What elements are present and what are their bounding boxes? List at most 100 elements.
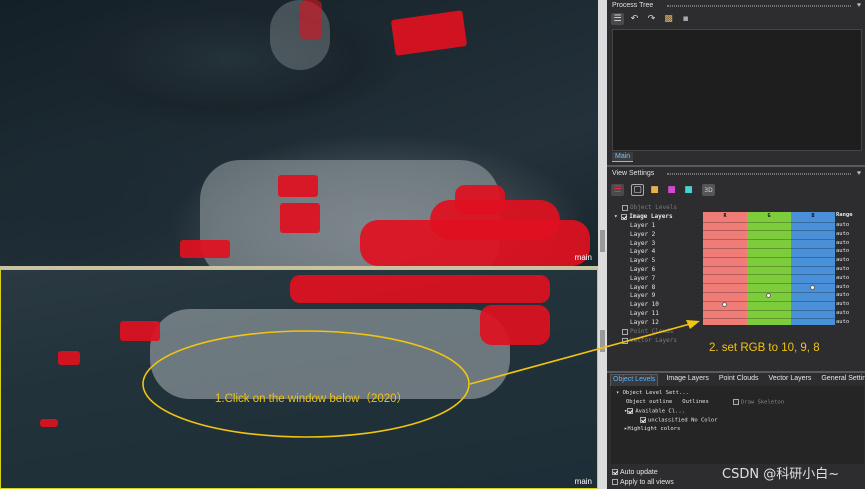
top-image-view[interactable]: main <box>0 0 598 266</box>
tab-main[interactable]: Main <box>612 152 634 162</box>
layer-row[interactable]: Layer 7 <box>630 274 655 283</box>
tab-vector-layers[interactable]: Vector Layers <box>767 374 814 386</box>
tab-image-layers[interactable]: Image Layers <box>664 374 710 386</box>
splitter-handle[interactable] <box>600 330 605 352</box>
checkbox[interactable] <box>622 204 628 211</box>
pin-icon[interactable]: ♥ <box>857 168 861 180</box>
range-value[interactable]: auto <box>836 310 849 316</box>
tab-object-levels[interactable]: Object Levels <box>610 374 659 386</box>
ol-label: Draw Skeleton <box>741 399 785 406</box>
range-value[interactable]: auto <box>836 275 849 281</box>
column-header-range: Range <box>836 212 853 218</box>
tree-vector-layers[interactable]: Vector Layers <box>622 336 677 345</box>
layer-row[interactable]: Layer 3 <box>630 239 655 248</box>
redo-icon[interactable]: ↷ <box>645 13 658 25</box>
ol-row-outline[interactable]: Object outline Outlines <box>626 399 709 405</box>
undo-icon[interactable]: ↶ <box>628 13 641 25</box>
range-value[interactable]: auto <box>836 284 849 290</box>
channel-selection-dot-b[interactable] <box>810 284 815 290</box>
process-tree-area[interactable] <box>612 29 862 151</box>
range-value[interactable]: auto <box>836 222 849 228</box>
color-layer-icon[interactable]: ■ <box>648 184 661 196</box>
layer-row[interactable]: Layer 9 <box>630 291 655 300</box>
layer-row[interactable]: Layer 6 <box>630 265 655 274</box>
red-patch <box>120 321 160 341</box>
range-value[interactable]: auto <box>836 292 849 298</box>
tab-general-settings[interactable]: General Settings <box>819 374 865 386</box>
pin-icon[interactable]: ♥ <box>857 0 861 12</box>
ol-label: Available Cl... <box>635 408 685 415</box>
checkbox[interactable] <box>622 337 628 344</box>
grid-row-line <box>703 247 835 249</box>
red-patch <box>180 240 230 258</box>
range-value[interactable]: auto <box>836 240 849 246</box>
option-label: Auto update <box>620 469 658 476</box>
load-rules-icon[interactable]: ▩ <box>662 13 675 25</box>
red-patch <box>480 305 550 345</box>
tree-label: Object Levels <box>630 204 677 211</box>
layer-row[interactable]: Layer 10 <box>630 300 659 309</box>
tree-object-levels[interactable]: Object Levels <box>622 203 677 212</box>
single-layer-icon[interactable]: ▢ <box>631 184 644 196</box>
tree-image-layers[interactable]: ▾ Image Layers <box>614 212 673 221</box>
layer-row[interactable]: Layer 12 <box>630 318 659 327</box>
grid-row-line <box>703 318 835 320</box>
tree-label: Image Layers <box>629 213 673 220</box>
panel-title-text: Process Tree <box>612 2 654 9</box>
layer-row[interactable]: Layer 1 <box>630 221 655 230</box>
layer-row[interactable]: Layer 4 <box>630 247 655 256</box>
ol-label: Object outline <box>626 399 673 405</box>
collapse-icon[interactable]: ▾ <box>616 390 623 396</box>
blue-channel-column[interactable] <box>791 212 835 325</box>
checkbox[interactable] <box>621 213 628 220</box>
grid-row-line <box>703 221 835 223</box>
3d-view-icon[interactable]: 3D <box>702 184 715 196</box>
range-value[interactable]: auto <box>836 248 849 254</box>
layer-row[interactable]: Layer 5 <box>630 256 655 265</box>
rgb-layer-icon[interactable]: ■ <box>665 184 678 196</box>
process-list-icon[interactable]: ☰ <box>611 13 624 25</box>
layer-row[interactable]: Layer 8 <box>630 283 655 292</box>
checkbox[interactable] <box>640 417 646 423</box>
splitter-handle[interactable] <box>600 230 605 252</box>
red-channel-column[interactable] <box>703 212 747 325</box>
ol-value[interactable]: Outlines <box>682 399 709 405</box>
ol-row-skeleton[interactable]: Draw Skeleton <box>733 399 784 406</box>
checkbox[interactable] <box>733 399 739 405</box>
tree-point-clouds[interactable]: Point Clouds <box>622 327 673 336</box>
ol-row-highlight[interactable]: ▸Highlight colors <box>624 426 680 432</box>
ol-row-settings[interactable]: ▾ Object Level Sett... <box>616 390 689 396</box>
view-name-label: main <box>574 253 592 262</box>
auto-update-option[interactable]: Auto update <box>612 469 658 476</box>
range-value[interactable]: auto <box>836 257 849 263</box>
range-value[interactable]: auto <box>836 301 849 307</box>
checkbox[interactable] <box>612 469 618 476</box>
save-rules-icon[interactable]: ▪ <box>679 13 692 25</box>
layer-row[interactable]: Layer 11 <box>630 309 659 318</box>
ol-label: unclassified <box>648 417 688 424</box>
grid-row-line <box>703 265 835 267</box>
ol-row-unclassified[interactable]: unclassified No Color <box>640 417 718 424</box>
layer-row[interactable]: Layer 2 <box>630 230 655 239</box>
layer-mixing-icon[interactable]: ☰ <box>611 184 624 196</box>
range-value[interactable]: auto <box>836 231 849 237</box>
view-splitter[interactable] <box>598 0 607 489</box>
red-patch <box>300 0 322 40</box>
object-levels-panel <box>611 386 864 464</box>
checkbox[interactable] <box>612 479 618 486</box>
tab-point-clouds[interactable]: Point Clouds <box>717 374 761 386</box>
bottom-image-view[interactable]: main <box>0 269 598 489</box>
ol-row-classes[interactable]: ▾ Available Cl... <box>624 408 685 415</box>
range-value[interactable]: auto <box>836 266 849 272</box>
checkbox[interactable] <box>622 328 628 335</box>
checkbox[interactable] <box>627 408 634 414</box>
view-settings-toolbar: ☰ ▢ ■ ■ ■ 3D <box>611 184 715 196</box>
apply-all-option[interactable]: Apply to all views <box>612 479 674 486</box>
ol-value[interactable]: No Color <box>691 418 718 424</box>
range-value[interactable]: auto <box>836 319 849 325</box>
panel-divider <box>607 371 865 373</box>
composite-icon[interactable]: ■ <box>682 184 695 196</box>
green-channel-column[interactable] <box>747 212 791 325</box>
collapse-icon[interactable]: ▾ <box>614 213 621 220</box>
view-name-label: main <box>574 477 592 486</box>
